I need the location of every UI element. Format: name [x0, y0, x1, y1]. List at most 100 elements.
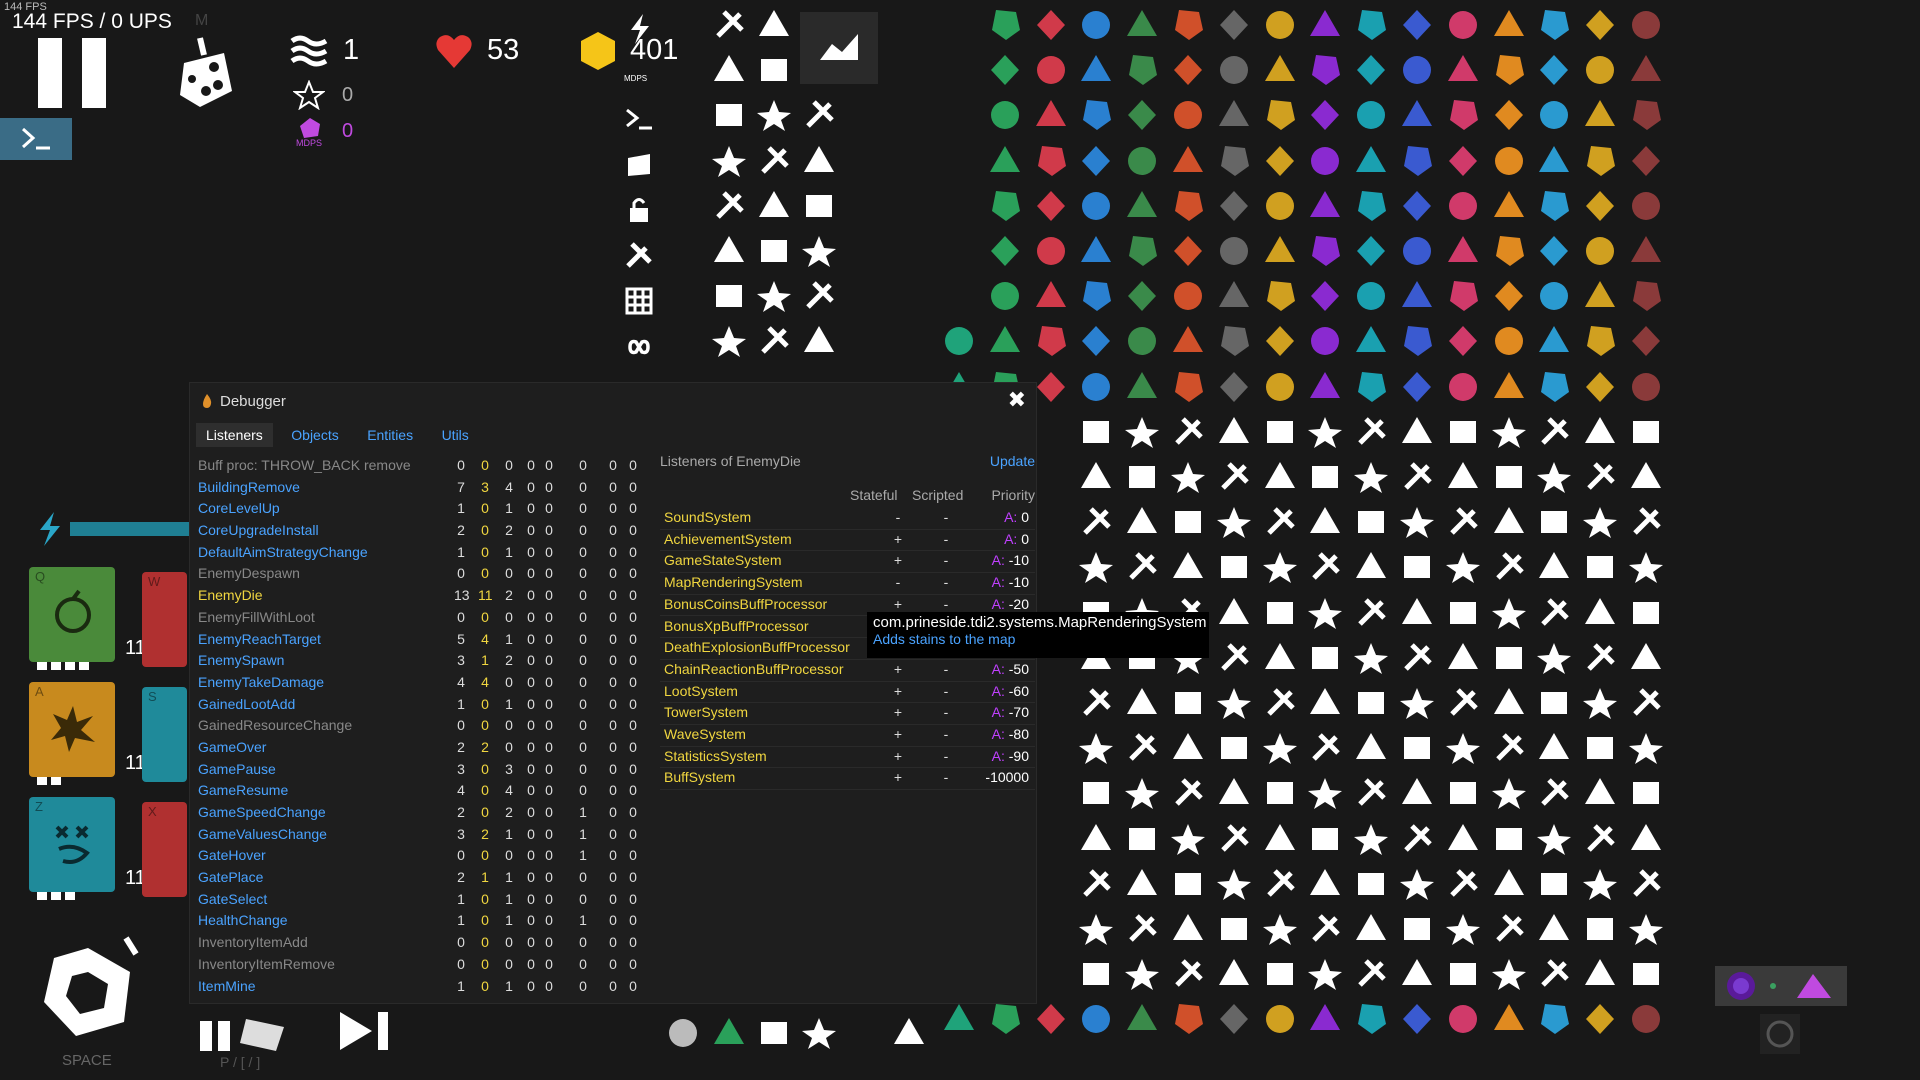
tile-icon[interactable] [1215, 51, 1253, 89]
tile-icon[interactable] [1215, 503, 1253, 541]
event-row[interactable]: GainedLootAdd 1 0 1 0 0 0 0 0 [196, 694, 676, 716]
tile-icon[interactable] [1215, 684, 1253, 722]
tile-icon[interactable] [1077, 774, 1115, 812]
tile-icon[interactable] [1215, 413, 1253, 451]
tile-icon[interactable] [986, 6, 1024, 44]
tile-icon[interactable] [1261, 955, 1299, 993]
tile-icon[interactable] [1261, 142, 1299, 180]
lightning-icon[interactable] [625, 12, 655, 46]
tile-icon[interactable] [1077, 96, 1115, 134]
tile-icon[interactable] [1581, 684, 1619, 722]
tile-icon[interactable] [1077, 1000, 1115, 1038]
tile-icon[interactable] [1444, 639, 1482, 677]
tile-icon[interactable] [1261, 503, 1299, 541]
tile-icon[interactable] [1352, 910, 1390, 948]
tile-icon[interactable] [1535, 322, 1573, 360]
tile-icon[interactable] [1352, 774, 1390, 812]
tile-icon[interactable] [1490, 458, 1528, 496]
tile-icon[interactable] [1352, 639, 1390, 677]
tile-icon[interactable] [1535, 503, 1573, 541]
tile-icon[interactable] [1490, 322, 1528, 360]
tile-icon[interactable] [1169, 503, 1207, 541]
tile-icon[interactable] [1215, 955, 1253, 993]
tile-icon[interactable] [1352, 729, 1390, 767]
tile-icon[interactable] [1306, 6, 1344, 44]
tile-icon[interactable] [1215, 865, 1253, 903]
toolbar-icon[interactable] [800, 1014, 838, 1052]
infinity-icon[interactable] [624, 332, 654, 362]
tile-icon[interactable] [1398, 322, 1436, 360]
tower-icon[interactable] [800, 142, 838, 180]
tile-icon[interactable] [1261, 820, 1299, 858]
tile-icon[interactable] [1032, 96, 1070, 134]
tower-icon[interactable] [710, 96, 748, 134]
tile-icon[interactable] [1306, 187, 1344, 225]
tile-icon[interactable] [1261, 594, 1299, 632]
tile-icon[interactable] [1535, 413, 1573, 451]
tile-icon[interactable] [1261, 774, 1299, 812]
tile-icon[interactable] [1398, 368, 1436, 406]
tile-icon[interactable] [1261, 729, 1299, 767]
tile-icon[interactable] [1261, 96, 1299, 134]
tile-icon[interactable] [1169, 684, 1207, 722]
tile-icon[interactable] [1169, 51, 1207, 89]
tab-objects[interactable]: Objects [281, 423, 348, 447]
tile-icon[interactable] [986, 322, 1024, 360]
tower-icon[interactable] [755, 96, 793, 134]
tile-icon[interactable] [1215, 1000, 1253, 1038]
tile-icon[interactable] [1306, 368, 1344, 406]
tile-icon[interactable] [1169, 142, 1207, 180]
tower-icon[interactable] [710, 187, 748, 225]
tile-icon[interactable] [1123, 277, 1161, 315]
tile-icon[interactable] [1444, 910, 1482, 948]
event-row[interactable]: CoreLevelUp 1 0 1 0 0 0 0 0 [196, 498, 676, 520]
tile-icon[interactable] [1261, 322, 1299, 360]
tab-listeners[interactable]: Listeners [196, 423, 273, 447]
tower-icon[interactable] [710, 322, 748, 360]
tile-icon[interactable] [1077, 503, 1115, 541]
tower-icon[interactable] [710, 277, 748, 315]
tower-icon[interactable] [800, 96, 838, 134]
tile-icon[interactable] [1261, 6, 1299, 44]
tower-icon[interactable] [710, 6, 748, 44]
tile-icon[interactable] [1627, 955, 1665, 993]
tile-icon[interactable] [1627, 548, 1665, 586]
tile-icon[interactable] [1123, 1000, 1161, 1038]
tile-icon[interactable] [1627, 187, 1665, 225]
event-row[interactable]: InventoryItemAdd 0 0 0 0 0 0 0 0 [196, 932, 676, 954]
tile-icon[interactable] [1627, 368, 1665, 406]
tile-icon[interactable] [1398, 820, 1436, 858]
tile-icon[interactable] [1077, 413, 1115, 451]
event-row[interactable]: InventoryItemRemove 0 0 0 0 0 0 0 0 [196, 954, 676, 976]
tile-icon[interactable] [1398, 413, 1436, 451]
tile-icon[interactable] [1261, 368, 1299, 406]
tile-icon[interactable] [1169, 548, 1207, 586]
tile-icon[interactable] [1123, 51, 1161, 89]
tile-icon[interactable] [1261, 548, 1299, 586]
graph-button[interactable] [800, 12, 878, 84]
tile-icon[interactable] [1215, 820, 1253, 858]
tile-icon[interactable] [1261, 187, 1299, 225]
tile-icon[interactable] [1581, 729, 1619, 767]
event-row[interactable]: EnemySpawn 3 1 2 0 0 0 0 0 [196, 650, 676, 672]
tile-icon[interactable] [1352, 142, 1390, 180]
tile-icon[interactable] [1261, 865, 1299, 903]
tile-icon[interactable] [1444, 729, 1482, 767]
tile-icon[interactable] [1077, 955, 1115, 993]
tile-icon[interactable] [1306, 548, 1344, 586]
tile-icon[interactable] [1261, 684, 1299, 722]
tile-icon[interactable] [1444, 277, 1482, 315]
event-row[interactable]: GateSelect 1 0 1 0 0 0 0 0 [196, 889, 676, 911]
tile-icon[interactable] [1215, 594, 1253, 632]
tower-icon[interactable] [755, 6, 793, 44]
event-row[interactable]: GameOver 2 2 0 0 0 0 0 0 [196, 737, 676, 759]
tile-icon[interactable] [1535, 96, 1573, 134]
tile-icon[interactable] [1123, 910, 1161, 948]
ability-card-x[interactable]: X [142, 802, 187, 897]
core-icon[interactable] [36, 932, 142, 1040]
tile-icon[interactable] [1535, 1000, 1573, 1038]
tile-icon[interactable] [1215, 548, 1253, 586]
tile-icon[interactable] [1535, 51, 1573, 89]
tile-icon[interactable] [1490, 865, 1528, 903]
ability-card-w[interactable]: W [142, 572, 187, 667]
